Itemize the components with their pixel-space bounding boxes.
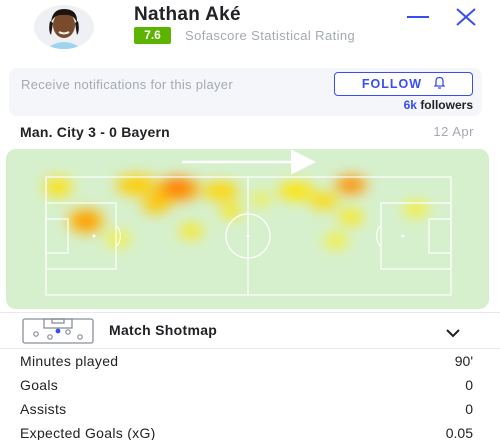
rating-label: Sofascore Statistical Rating: [185, 28, 356, 43]
rating-badge: 7.6: [134, 27, 171, 44]
match-title: Man. City 3 - 0 Bayern: [20, 124, 170, 140]
stat-label: Minutes played: [20, 353, 119, 369]
stat-row: Minutes played 90': [0, 351, 500, 373]
followers-label: followers: [420, 98, 473, 112]
player-header: Nathan Aké 7.6 Sofascore Statistical Rat…: [0, 0, 500, 62]
follow-label: FOLLOW: [361, 77, 423, 91]
stat-value: 0.05: [445, 425, 473, 440]
stat-value: 90': [454, 353, 473, 369]
player-name: Nathan Aké: [134, 4, 241, 25]
followers-number: 6k: [403, 98, 417, 112]
divider: [0, 348, 500, 349]
match-date: 12 Apr: [433, 124, 474, 139]
player-avatar: [34, 5, 94, 49]
divider: [0, 312, 500, 313]
stat-value: 0: [465, 401, 473, 417]
follow-button[interactable]: FOLLOW: [334, 72, 473, 96]
stat-row: Assists 0: [0, 399, 500, 421]
notification-panel: Receive notifications for this player FO…: [9, 68, 482, 116]
bell-icon: [433, 76, 446, 92]
stat-label: Expected Goals (xG): [20, 425, 156, 440]
x-icon[interactable]: [454, 6, 478, 28]
shotmap-icon: [22, 318, 94, 344]
heatmap-svg: [6, 149, 489, 309]
shotmap-toggle[interactable]: Match Shotmap: [0, 315, 500, 347]
stat-row: Goals 0: [0, 375, 500, 397]
followers-count: 6k followers: [404, 98, 473, 112]
heatmap-pitch: [6, 149, 489, 309]
stat-row: Expected Goals (xG) 0.05: [0, 423, 500, 440]
notification-text: Receive notifications for this player: [21, 77, 233, 92]
stat-label: Assists: [20, 401, 67, 417]
minus-icon[interactable]: [406, 7, 430, 27]
stat-value: 0: [465, 377, 473, 393]
chevron-down-icon[interactable]: [446, 325, 460, 338]
shotmap-label: Match Shotmap: [109, 322, 218, 338]
stat-label: Goals: [20, 377, 59, 393]
